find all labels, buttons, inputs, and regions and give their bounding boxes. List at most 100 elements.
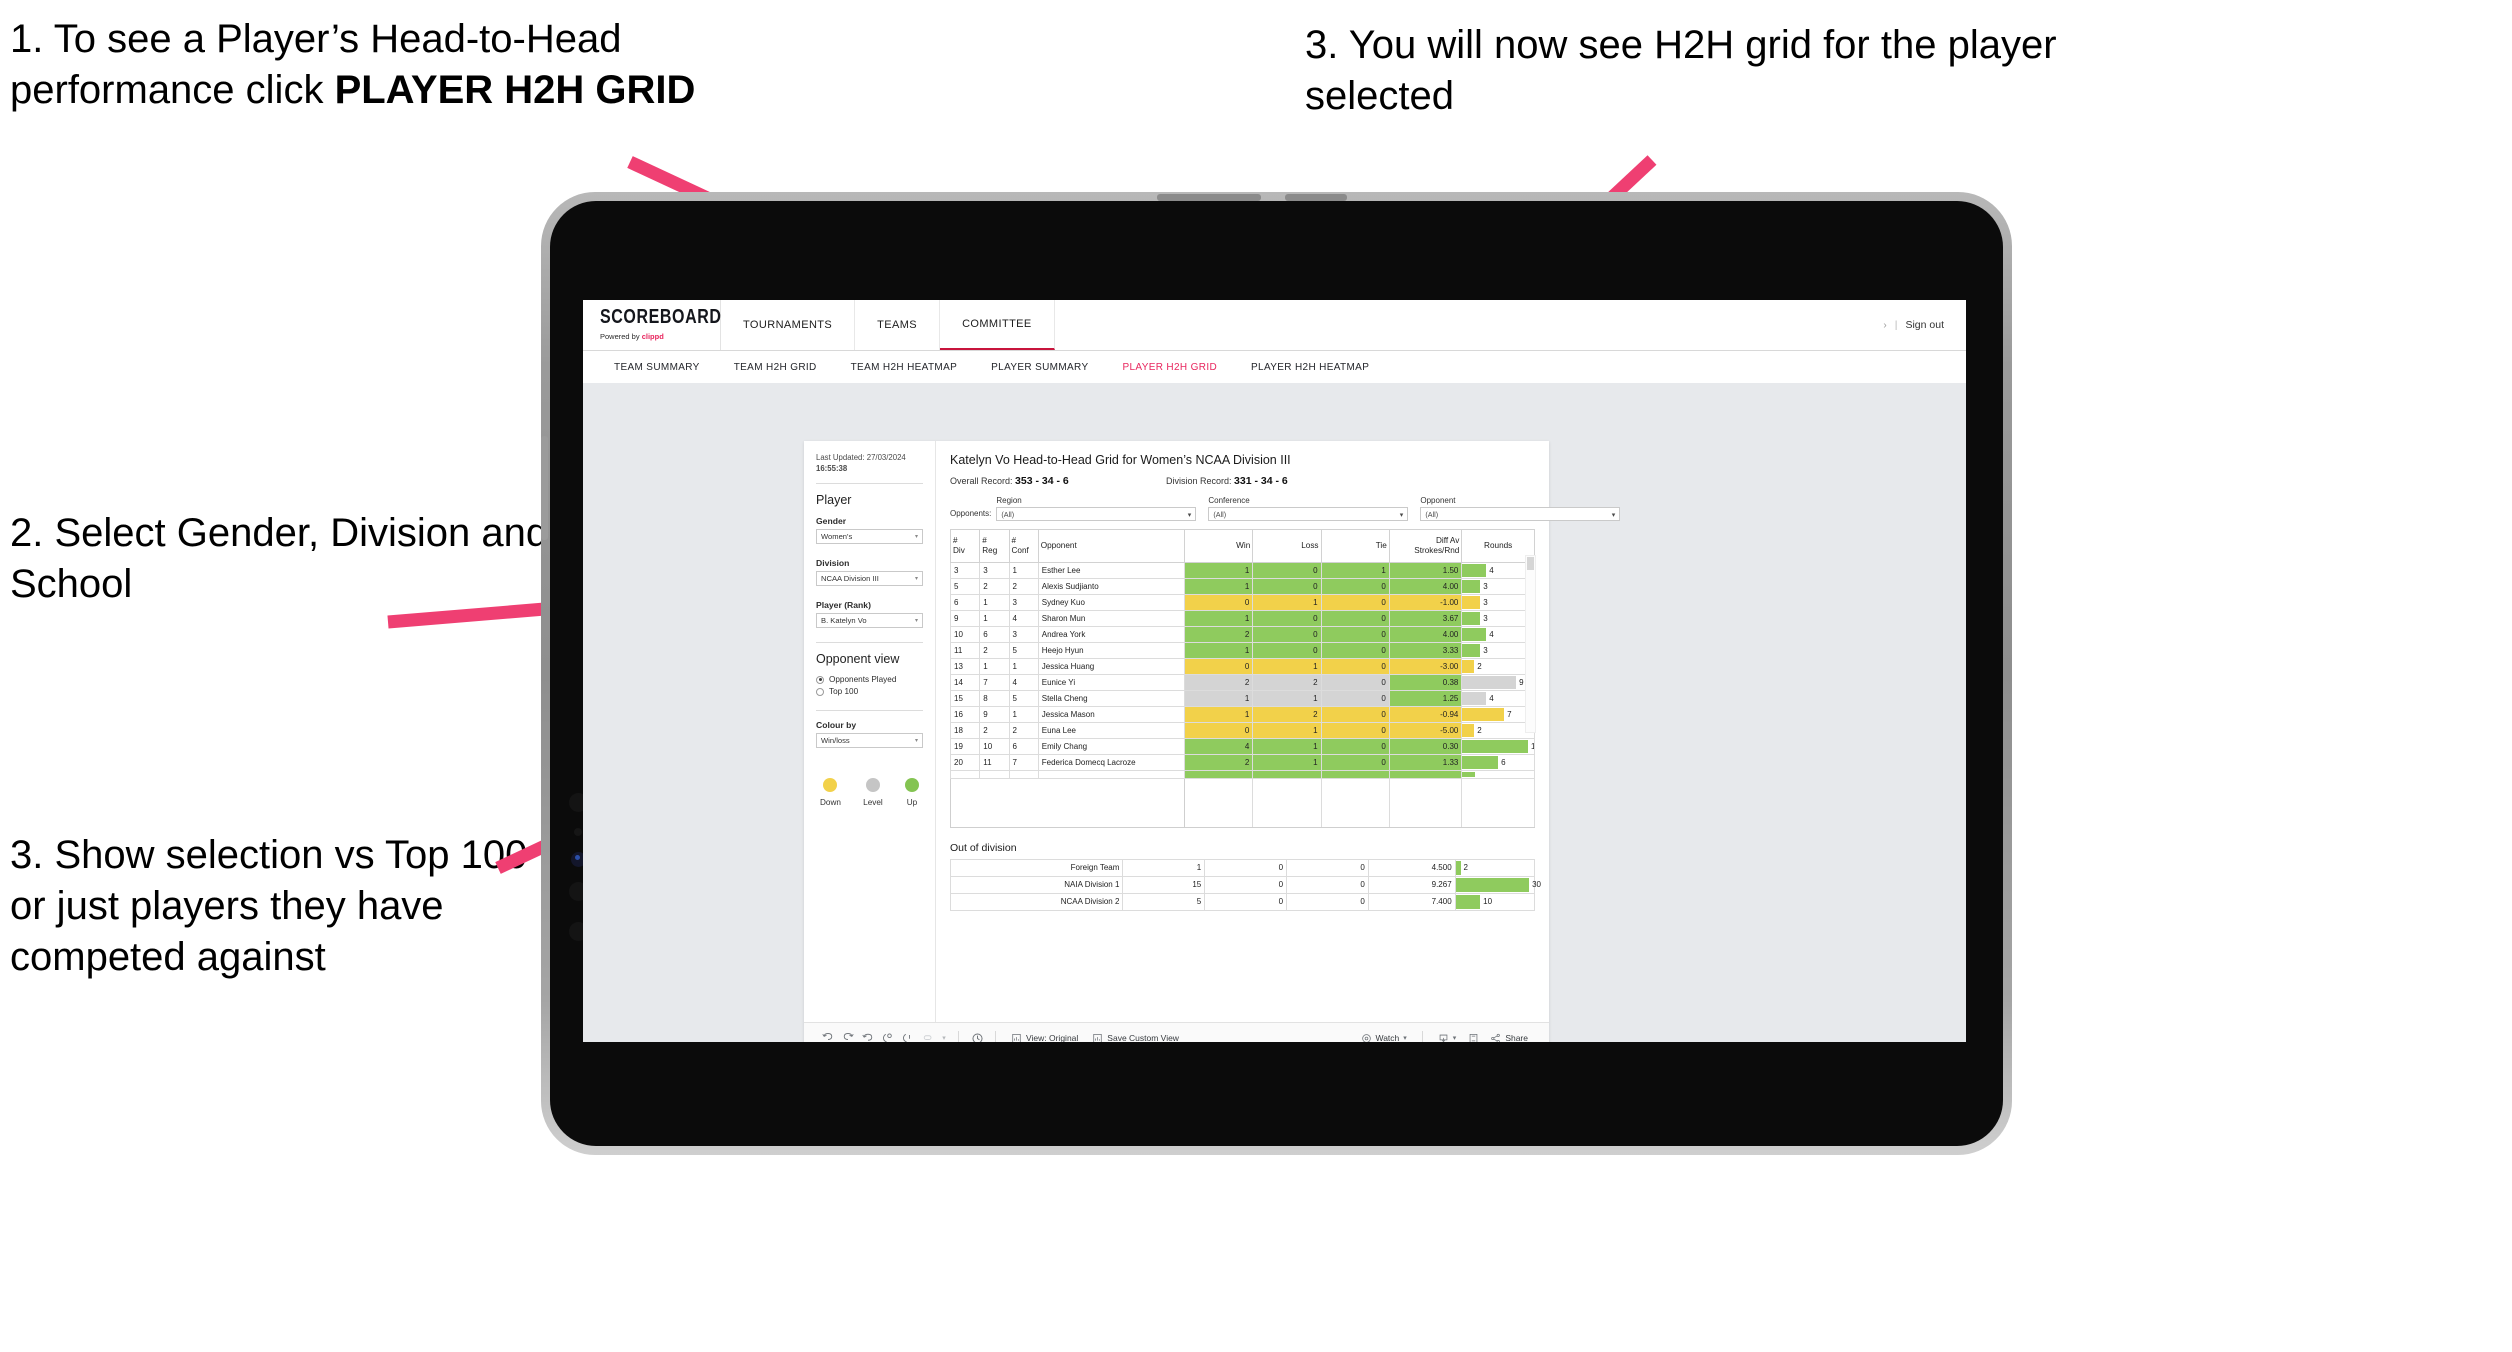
cell-div: 3 <box>949 562 981 579</box>
annotation-step-3: 3. Show selection vs Top 100 or just pla… <box>10 833 528 980</box>
overall-record-value: 353 - 34 - 6 <box>1015 475 1069 487</box>
fullscreen-icon[interactable] <box>1463 1028 1483 1042</box>
tab-team-summary[interactable]: TEAM SUMMARY <box>597 362 717 373</box>
cell-win: 1 <box>1184 610 1254 627</box>
table-row[interactable]: 9 1 4 Sharon Mun 1 0 0 3.67 3 <box>949 610 1535 627</box>
overall-record: Overall Record: 353 - 34 - 6 <box>950 475 1166 487</box>
filter-conference: Conference (All) ▾ <box>1208 496 1409 521</box>
table-row[interactable]: 19106Emily Chang4100.3011 <box>949 738 1535 755</box>
table-row[interactable]: 3 3 1 Esther Lee 1 0 1 1.50 4 <box>949 562 1535 579</box>
colour-by-select[interactable]: Win/loss ▾ <box>816 733 923 749</box>
tab-team-h2h-grid[interactable]: TEAM H2H GRID <box>717 362 834 373</box>
cell-loss: 1 <box>1252 738 1322 755</box>
cell-diff: 0.38 <box>1388 674 1463 691</box>
rounds-bar-value: 11 <box>1531 742 1535 751</box>
nav-item-tournaments[interactable]: TOURNAMENTS <box>721 300 856 350</box>
table-row[interactable]: 5 2 2 Alexis Sudjianto 1 0 0 4.00 3 <box>949 578 1535 595</box>
cell-diff: 1.50 <box>1388 562 1463 579</box>
chevron-down-icon: ▾ <box>1611 509 1616 519</box>
player-rank-select[interactable]: B. Katelyn Vo ▾ <box>816 613 923 629</box>
cell-opponent: Esther Lee <box>1037 562 1186 579</box>
brand-logo[interactable]: SCOREBOARD Powered by clippd <box>583 300 721 350</box>
radio-top-100[interactable]: Top 100 <box>816 687 923 696</box>
table-row[interactable]: 13 1 1 Jessica Huang 0 1 0 -3.00 2 <box>949 658 1535 675</box>
cell-opponent: Stella Cheng <box>1037 690 1186 707</box>
redo-icon[interactable] <box>838 1028 858 1042</box>
gender-select[interactable]: Women's ▾ <box>816 529 923 545</box>
filter-conference-label: Conference <box>1208 496 1250 505</box>
rounds-bar-value: 3 <box>1483 598 1488 607</box>
rounds-bar-value: 9 <box>1519 678 1524 687</box>
radio-top-100-label: Top 100 <box>829 687 859 697</box>
ood-rounds-bar-value: 2 <box>1463 863 1468 872</box>
ood-label: Foreign Team <box>949 859 1124 877</box>
division-select[interactable]: NCAA Division III ▾ <box>816 571 923 587</box>
sign-out-link[interactable]: Sign out <box>1905 319 1944 331</box>
undo-icon[interactable] <box>818 1028 838 1042</box>
radio-opponents-played[interactable]: Opponents Played <box>816 675 923 684</box>
table-row[interactable]: 15 8 5 Stella Cheng 1 1 0 1.25 4 <box>949 690 1535 707</box>
highlight-icon[interactable] <box>918 1028 938 1042</box>
col-header-conf-l1: # <box>1011 536 1017 546</box>
cell-loss: 2 <box>1252 674 1322 691</box>
cell-div: 18 <box>949 722 981 739</box>
out-of-division-row[interactable]: NAIA Division 1 15 0 0 9.267 30 <box>949 876 1541 894</box>
col-header-diff-l2: Strokes/Rnd <box>1414 546 1460 555</box>
pause-icon[interactable] <box>898 1028 918 1042</box>
revert-icon[interactable] <box>858 1028 878 1042</box>
cell-conf: 3 <box>1008 626 1039 643</box>
chevron-right-icon[interactable]: › <box>1883 320 1886 331</box>
col-header-div-l1: # <box>953 536 958 546</box>
col-header-diff: Diff Av Strokes/Rnd <box>1388 529 1463 563</box>
refresh-icon[interactable] <box>878 1028 898 1042</box>
download-button[interactable]: ▾ <box>1431 1033 1464 1042</box>
cell-tie: 0 <box>1320 610 1390 627</box>
tab-team-h2h-heatmap[interactable]: TEAM H2H HEATMAP <box>834 362 975 373</box>
brand-tagline-prefix: Powered by <box>600 331 642 341</box>
cell-reg: 6 <box>979 626 1010 643</box>
table-scrollbar-thumb[interactable] <box>1527 557 1534 570</box>
share-label: Share <box>1505 1033 1528 1042</box>
cell-div: 19 <box>949 738 981 755</box>
legend-item-down: Down <box>820 778 841 807</box>
tab-player-h2h-grid[interactable]: PLAYER H2H GRID <box>1105 362 1234 373</box>
cell-loss: 0 <box>1252 610 1322 627</box>
cell-loss: 2 <box>1252 706 1322 723</box>
tab-player-summary[interactable]: PLAYER SUMMARY <box>974 362 1105 373</box>
cell-win: 1 <box>1184 706 1254 723</box>
watch-button[interactable]: Watch ▾ <box>1354 1033 1414 1042</box>
highlight-caret-icon[interactable]: ▾ <box>938 1028 950 1042</box>
filter-opponent-select[interactable]: (All) ▾ <box>1420 507 1621 521</box>
app-canvas: Last Updated: 27/03/2024 16:55:38 Player… <box>583 383 1966 1042</box>
annotation-step-1: 1. To see a Player’s Head-to-Head perfor… <box>10 14 740 116</box>
table-row[interactable]: 11 2 5 Heejo Hyun 1 0 0 3.33 3 <box>949 642 1535 659</box>
pause-auto-update-icon[interactable] <box>967 1028 987 1042</box>
radio-icon <box>816 687 824 696</box>
filter-conference-select[interactable]: (All) ▾ <box>1208 507 1409 521</box>
nav-item-teams[interactable]: TEAMS <box>855 300 941 350</box>
divider-3 <box>816 710 923 712</box>
table-row[interactable]: 16 9 1 Jessica Mason 1 2 0 -0.94 7 <box>949 706 1535 723</box>
viz-sidebar: Last Updated: 27/03/2024 16:55:38 Player… <box>804 441 936 1042</box>
rounds-bar-fill <box>1462 708 1505 721</box>
rounds-bar: 3 <box>1462 612 1534 625</box>
table-row[interactable]: 10 6 3 Andrea York 2 0 0 4.00 4 <box>949 626 1535 643</box>
save-custom-view-button[interactable]: Save Custom View <box>1085 1033 1186 1042</box>
table-row[interactable]: 6 1 3 Sydney Kuo 0 1 0 -1.00 3 <box>949 594 1535 611</box>
table-row[interactable]: 20 11 7 Federica Domecq Lacroze 2 1 0 1.33 6 <box>949 754 1535 771</box>
table-scrollbar[interactable] <box>1525 555 1536 733</box>
table-row[interactable]: 18 2 2 Euna Lee 0 1 0 -5.00 2 <box>949 722 1535 739</box>
legend-swatch-level <box>865 778 880 793</box>
tab-player-h2h-heatmap[interactable]: PLAYER H2H HEATMAP <box>1234 362 1386 373</box>
divider-1 <box>816 483 923 485</box>
out-of-division-row[interactable]: NCAA Division 2 5 0 0 7.400 10 <box>949 893 1536 911</box>
nav-item-committee[interactable]: COMMITTEE <box>940 300 1055 350</box>
filter-region-select[interactable]: (All) ▾ <box>996 507 1197 521</box>
col-header-div-l2: Div <box>953 546 965 555</box>
share-button[interactable]: Share <box>1483 1033 1535 1042</box>
col-header-reg-l2: Reg <box>982 546 998 555</box>
view-original-button[interactable]: View: Original <box>1004 1033 1085 1042</box>
out-of-division-row[interactable]: Foreign Team 1 0 0 4.500 2 <box>949 859 1536 877</box>
table-row[interactable]: 14 7 4 Eunice Yi 2 2 0 0.38 9 <box>949 674 1535 691</box>
cell-conf: 3 <box>1008 594 1039 611</box>
